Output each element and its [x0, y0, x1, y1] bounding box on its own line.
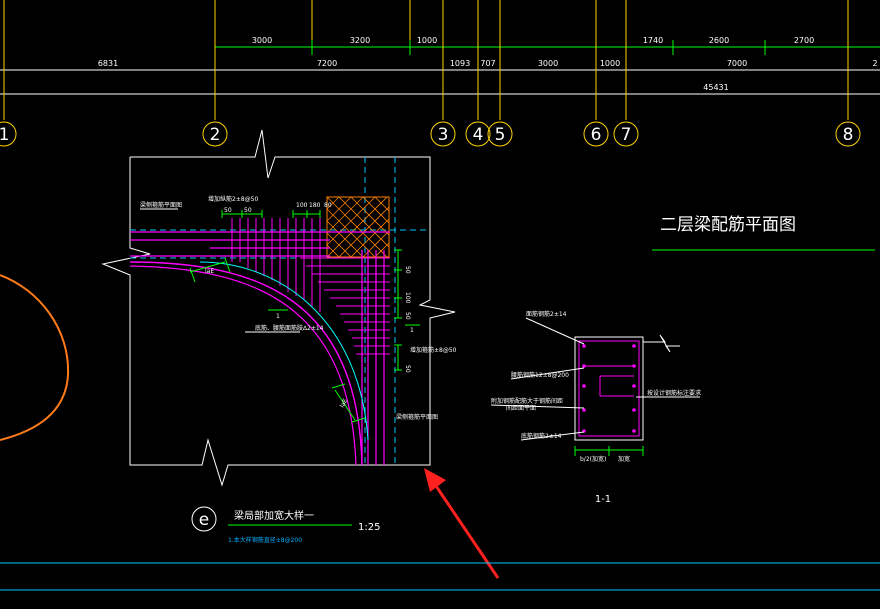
add-stirrup-note: 增加箍筋±8@50: [410, 346, 457, 354]
dim-mid-6: 1000: [600, 59, 620, 68]
lae-label: laE: [205, 268, 214, 275]
axis-bubble-5: 5: [487, 121, 513, 147]
dim-v-50a: 50: [404, 266, 411, 274]
section-label: 1-1: [595, 494, 611, 505]
section-note-1: 附加钢筋配筋大于钢筋间距: [491, 397, 563, 405]
dim-50b: 50: [244, 207, 252, 214]
axis-bubble-6: 6: [583, 121, 609, 147]
section-tick-1b: 1: [410, 327, 414, 334]
detail-caption-scale: 1:25: [358, 522, 380, 533]
dim-v-50b: 50: [404, 312, 411, 320]
section-dim-b: 加宽: [618, 455, 630, 463]
rebar-horizontal: [130, 231, 390, 257]
side-label: 梁侧箍筋平面图: [396, 413, 438, 421]
section-right-note: 按设计钢筋标注要求: [647, 389, 701, 397]
curved-rebar-inner: [129, 265, 357, 466]
detail-circle-label: e: [199, 510, 209, 530]
axis-bubble-2: 2: [202, 121, 228, 147]
dim-80: 80: [324, 202, 332, 209]
detail-caption-note: 1.本大样钢筋直径±8@200: [228, 536, 302, 544]
dim-upper-3: 1000: [417, 36, 437, 45]
dim-50a: 50: [224, 207, 232, 214]
svg-text:8: 8: [843, 125, 854, 145]
plan-title: 二层梁配筋平面图: [660, 215, 796, 235]
column-hatch: [326, 196, 390, 258]
axis-bubble-8: 8: [835, 121, 861, 147]
svg-text:4: 4: [473, 125, 484, 145]
detail-label-top-left: 梁侧箍筋平面图: [140, 201, 182, 209]
dim-upper-6: 2700: [794, 36, 814, 45]
cad-drawing-canvas[interactable]: { "colors": { "background": "#000000", "…: [0, 0, 880, 609]
dim-mid-4: 707: [480, 59, 495, 68]
svg-text:3: 3: [438, 125, 449, 145]
dim-upper-2: 3200: [350, 36, 370, 45]
axis-bubble-1: 1: [0, 121, 17, 147]
detail-caption-title: 梁局部加宽大样一: [234, 509, 314, 522]
section-tick-1a: 1: [276, 313, 280, 320]
dim-upper-1: 3000: [252, 36, 272, 45]
bottom-lines: [0, 562, 880, 591]
dim-mid-8: 2: [872, 59, 877, 68]
dim-mid-7: 7000: [727, 59, 747, 68]
upper-dimension-chain: [214, 40, 880, 55]
dim-mid-3: 1093: [450, 59, 470, 68]
bar-note: 底筋、腰筋面筋肢∆2±14: [255, 324, 324, 332]
lae-vert-label: laE: [339, 397, 350, 409]
dim-mid-1: 6831: [98, 59, 118, 68]
svg-text:1: 1: [0, 125, 9, 145]
section-dim-a: b/2(加宽): [580, 455, 606, 463]
dim-upper-5: 2600: [709, 36, 729, 45]
orange-contour: [0, 274, 70, 441]
dim-mid-2: 7200: [317, 59, 337, 68]
axis-bubble-3: 3: [430, 121, 456, 147]
svg-text:6: 6: [591, 125, 602, 145]
detail-stirrup-note: 增加纵筋2±8@50: [208, 195, 258, 203]
middle-dimension-chain: [0, 69, 880, 95]
svg-text:2: 2: [210, 125, 221, 145]
drawing-svg: 3000 3200 1000 1740 2600 2700 6831 7200 …: [0, 0, 880, 591]
dim-upper-4: 1740: [643, 36, 663, 45]
detail-dim-marks: [189, 210, 420, 423]
dim-100: 100: [296, 202, 308, 209]
detail-boundary: [101, 129, 456, 487]
dim-mid-5: 3000: [538, 59, 558, 68]
axis-bubble-7: 7: [613, 121, 639, 147]
section-top-bar: 面筋钢筋2±14: [526, 310, 567, 318]
curved-centerline: [199, 261, 369, 441]
red-arrow: [424, 468, 500, 579]
dim-total: 45431: [703, 83, 728, 92]
axis-grid-lines: [3, 0, 849, 120]
curved-rebar-outer: [129, 261, 363, 466]
svg-text:5: 5: [495, 125, 506, 145]
svg-text:7: 7: [621, 125, 632, 145]
dim-v-50c: 50: [404, 365, 411, 373]
dim-180: 180: [309, 202, 321, 209]
axis-bubble-4: 4: [465, 121, 491, 147]
dim-v-100: 100: [404, 292, 411, 304]
